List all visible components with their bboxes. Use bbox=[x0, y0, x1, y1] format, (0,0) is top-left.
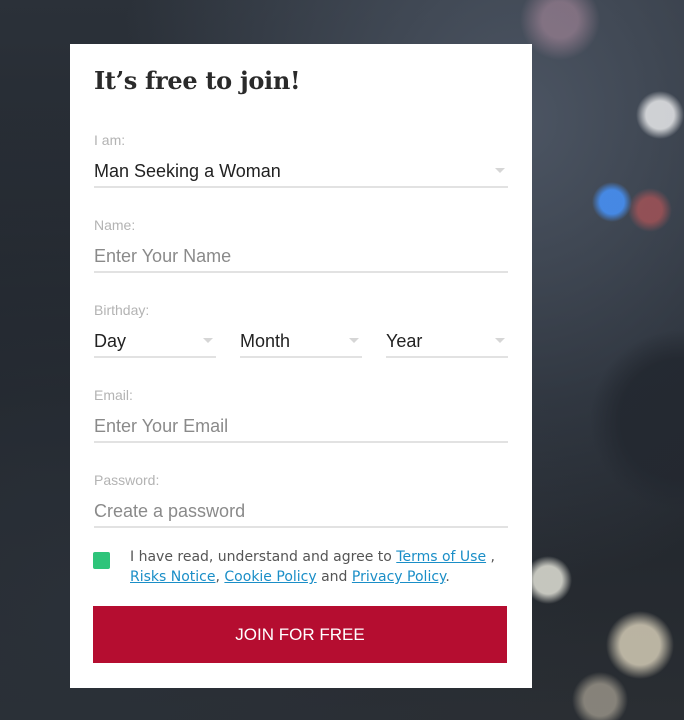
agreement-text: I have read, understand and agree to Ter… bbox=[130, 547, 500, 587]
birthday-field: Birthday: Day Month Year bbox=[94, 302, 508, 358]
cookie-policy-link[interactable]: Cookie Policy bbox=[224, 569, 316, 585]
month-select[interactable]: Month bbox=[240, 326, 362, 358]
birthday-label: Birthday: bbox=[94, 302, 150, 318]
month-value: Month bbox=[240, 331, 291, 351]
chevron-down-icon bbox=[203, 338, 213, 343]
terms-of-use-link[interactable]: Terms of Use bbox=[396, 549, 486, 565]
chevron-down-icon bbox=[495, 338, 505, 343]
name-input[interactable]: Enter Your Name bbox=[94, 241, 508, 273]
seeking-label: I am: bbox=[94, 132, 126, 148]
year-value: Year bbox=[386, 331, 423, 351]
email-input[interactable]: Enter Your Email bbox=[94, 411, 508, 443]
email-placeholder: Enter Your Email bbox=[94, 416, 229, 436]
risks-notice-link[interactable]: Risks Notice bbox=[130, 569, 216, 585]
name-placeholder: Enter Your Name bbox=[94, 246, 232, 266]
password-input[interactable]: Create a password bbox=[94, 496, 508, 528]
seeking-value: Man Seeking a Woman bbox=[94, 161, 281, 181]
seeking-field: I am: Man Seeking a Woman bbox=[94, 132, 508, 188]
password-field: Password: Create a password bbox=[94, 472, 508, 528]
day-select[interactable]: Day bbox=[94, 326, 216, 358]
name-field: Name: Enter Your Name bbox=[94, 217, 508, 273]
chevron-down-icon bbox=[495, 168, 505, 173]
day-value: Day bbox=[94, 331, 127, 351]
seeking-select[interactable]: Man Seeking a Woman bbox=[94, 156, 508, 188]
agreement-separator: , bbox=[486, 549, 495, 565]
year-select[interactable]: Year bbox=[386, 326, 508, 358]
agreement-separator: and bbox=[316, 569, 352, 585]
email-field: Email: Enter Your Email bbox=[94, 387, 508, 443]
form-title: It’s free to join! bbox=[94, 66, 301, 95]
email-label: Email: bbox=[94, 387, 133, 403]
chevron-down-icon bbox=[349, 338, 359, 343]
password-placeholder: Create a password bbox=[94, 501, 246, 521]
agree-checkbox[interactable] bbox=[93, 552, 110, 569]
password-label: Password: bbox=[94, 472, 160, 488]
agreement-end: . bbox=[445, 569, 450, 585]
agreement-prefix: I have read, understand and agree to bbox=[130, 549, 397, 565]
join-for-free-button[interactable]: JOIN FOR FREE bbox=[93, 606, 507, 663]
name-label: Name: bbox=[94, 217, 136, 233]
birthday-selects: Day Month Year bbox=[94, 320, 508, 358]
signup-card: It’s free to join! I am: Man Seeking a W… bbox=[70, 44, 532, 688]
privacy-policy-link[interactable]: Privacy Policy bbox=[352, 569, 445, 585]
